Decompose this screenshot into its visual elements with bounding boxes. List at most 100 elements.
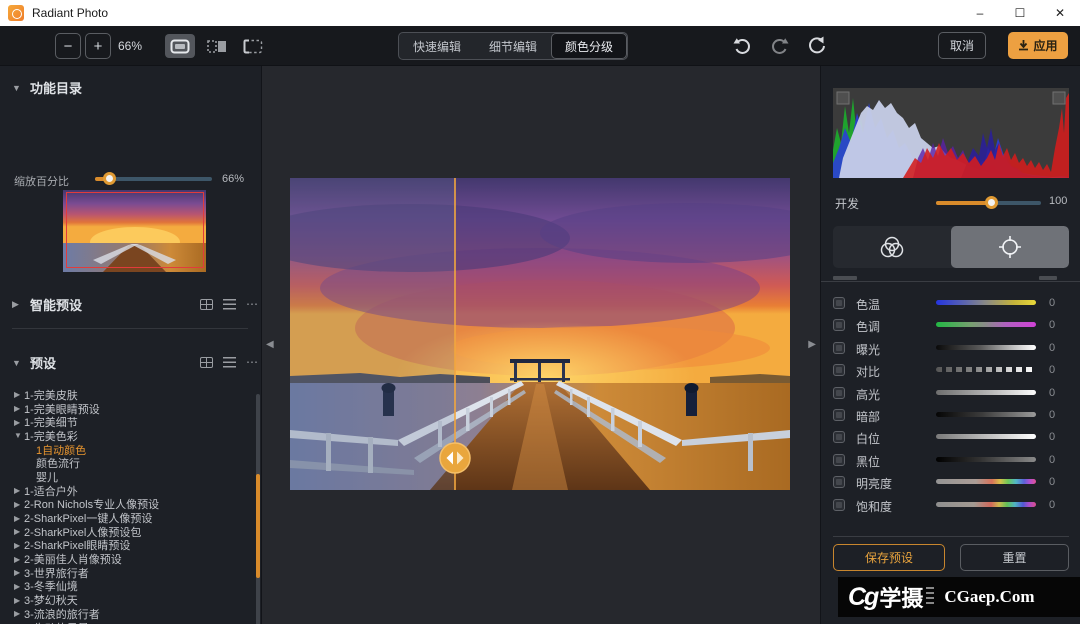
slider-label: 色温 xyxy=(856,298,881,312)
slider-checkbox[interactable] xyxy=(833,297,845,309)
slider-checkbox[interactable] xyxy=(833,364,845,377)
slider-value: 0 xyxy=(1049,319,1056,332)
redo-button[interactable] xyxy=(769,35,793,59)
split-view-button[interactable] xyxy=(202,34,232,58)
sidebar-scrollbar-thumb[interactable] xyxy=(256,474,260,578)
photo-image xyxy=(250,178,840,490)
sidebar-scrollbar[interactable] xyxy=(256,394,260,624)
edit-tab-0[interactable]: 快速编辑 xyxy=(399,33,475,59)
target-adjust-tab[interactable] xyxy=(951,226,1069,268)
chevron-right-icon[interactable]: ▶ xyxy=(14,555,24,564)
chevron-down-icon[interactable]: ▼ xyxy=(14,431,24,440)
chevron-right-icon[interactable]: ▶ xyxy=(14,418,24,427)
slider-checkbox[interactable] xyxy=(833,408,845,421)
undo-button[interactable] xyxy=(731,35,755,59)
shadow-clipping-toggle[interactable] xyxy=(836,91,850,105)
save-preset-button[interactable]: 保存预设 xyxy=(833,544,945,571)
reset-history-button[interactable] xyxy=(806,35,830,59)
preset-tree: ▶1-完美皮肤▶1-完美眼睛预设▶1-完美细节▼1-完美色彩▶1自动颜色▶颜色流… xyxy=(0,388,255,624)
develop-slider-handle[interactable] xyxy=(984,196,998,209)
slider-track[interactable] xyxy=(936,456,1036,462)
grading-slider-row: 饱和度 0 xyxy=(821,494,1080,516)
watermark: Cg 学摄 CGaep.Com xyxy=(838,577,1080,617)
slider-track[interactable] xyxy=(936,367,1036,373)
presets-header[interactable]: ▼ 预设 xyxy=(12,353,56,372)
cancel-button[interactable]: 取消 xyxy=(938,32,986,59)
slider-track[interactable] xyxy=(936,344,1036,350)
slider-checkbox[interactable] xyxy=(833,476,845,489)
undo-icon xyxy=(733,38,750,54)
slider-checkbox[interactable] xyxy=(833,431,845,444)
side-by-side-view-icon xyxy=(243,39,263,53)
panel-divider xyxy=(833,536,1069,537)
slider-checkbox[interactable] xyxy=(833,498,845,511)
list-view-icon[interactable] xyxy=(223,298,236,310)
left-sidebar: ▼ 功能目录 缩放百分比 66% ▶ 智能预设 ⋯ ▼ 预设 ⋯ ▶ 1-完美皮… xyxy=(0,66,262,624)
slider-track[interactable] xyxy=(936,411,1036,417)
single-view-button[interactable] xyxy=(165,34,195,58)
slider-checkbox[interactable] xyxy=(833,453,845,466)
develop-slider-fill xyxy=(936,201,991,205)
zoom-percent-slider[interactable] xyxy=(95,172,212,185)
slider-label: 暗部 xyxy=(856,409,881,424)
close-button[interactable]: ✕ xyxy=(1040,0,1080,26)
chevron-right-icon[interactable]: ▶ xyxy=(14,404,24,413)
zoom-out-button[interactable]: − xyxy=(55,33,81,59)
highlight-clipping-toggle[interactable] xyxy=(1052,91,1066,105)
collapse-right-panel-icon[interactable]: ▶ xyxy=(808,339,816,350)
develop-value: 100 xyxy=(1049,195,1068,207)
slider-track[interactable] xyxy=(936,501,1036,507)
photo-canvas[interactable] xyxy=(250,178,840,490)
slider-track[interactable] xyxy=(936,434,1036,440)
slider-label: 饱和度 xyxy=(856,499,893,514)
list-view-icon[interactable] xyxy=(223,356,236,368)
slider-track[interactable] xyxy=(936,479,1036,485)
chevron-right-icon[interactable]: ▶ xyxy=(14,609,24,618)
zoom-in-button[interactable]: + xyxy=(85,33,111,59)
collapse-left-panel-icon[interactable]: ◀ xyxy=(266,339,274,350)
zoom-percent-value: 66% xyxy=(222,173,245,185)
single-view-icon xyxy=(170,39,190,53)
edit-tab-1[interactable]: 细节编辑 xyxy=(475,33,551,59)
smart-presets-header[interactable]: ▶ 智能预设 xyxy=(12,295,82,314)
chevron-right-icon[interactable]: ▶ xyxy=(14,527,24,536)
chevron-right-icon[interactable]: ▶ xyxy=(14,486,24,495)
side-by-side-view-button[interactable] xyxy=(238,34,268,58)
reset-button[interactable]: 重置 xyxy=(960,544,1069,571)
chevron-right-icon[interactable]: ▶ xyxy=(14,390,24,399)
grid-view-icon[interactable] xyxy=(200,356,213,368)
maximize-button[interactable]: ☐ xyxy=(1000,0,1040,26)
color-wheels-tab[interactable] xyxy=(833,226,951,268)
slider-track[interactable] xyxy=(936,322,1036,328)
apply-download-icon xyxy=(1019,40,1029,51)
chevron-right-icon[interactable]: ▶ xyxy=(14,582,24,591)
chevron-right-icon[interactable]: ▶ xyxy=(14,596,24,605)
slider-track[interactable] xyxy=(936,300,1036,305)
chevron-right-icon[interactable]: ▶ xyxy=(14,541,24,550)
slider-checkbox[interactable] xyxy=(833,341,845,354)
chevron-right-icon[interactable]: ▶ xyxy=(14,568,24,577)
smart-presets-view-icons: ⋯ xyxy=(200,297,258,311)
navigator-viewport-outline[interactable] xyxy=(66,192,204,268)
slider-checkbox[interactable] xyxy=(833,386,845,399)
function-catalog-header[interactable]: ▼ 功能目录 xyxy=(12,78,82,97)
grid-view-icon[interactable] xyxy=(200,298,213,310)
more-options-icon[interactable]: ⋯ xyxy=(246,297,258,311)
chevron-right-icon[interactable]: ▶ xyxy=(14,500,24,509)
navigator-thumbnail[interactable] xyxy=(63,190,206,272)
slider-checkbox[interactable] xyxy=(833,319,845,332)
develop-label: 开发 xyxy=(835,197,860,211)
title-bar: Radiant Photo – ☐ ✕ xyxy=(0,0,1080,26)
develop-slider[interactable] xyxy=(936,196,1041,209)
chevron-right-icon[interactable]: ▶ xyxy=(14,514,24,523)
edit-mode-tabs: 快速编辑 细节编辑 颜色分级 xyxy=(398,32,629,60)
apply-button[interactable]: 应用 xyxy=(1008,32,1068,59)
zoom-slider-handle[interactable] xyxy=(103,172,117,185)
edit-tab-2[interactable]: 颜色分级 xyxy=(551,33,628,59)
grading-slider-row: 高光 0 xyxy=(821,382,1080,404)
compare-divider-handle[interactable] xyxy=(437,440,473,476)
window-controls: – ☐ ✕ xyxy=(960,0,1080,26)
minimize-button[interactable]: – xyxy=(960,0,1000,26)
more-options-icon[interactable]: ⋯ xyxy=(246,355,258,369)
slider-track[interactable] xyxy=(936,389,1036,395)
